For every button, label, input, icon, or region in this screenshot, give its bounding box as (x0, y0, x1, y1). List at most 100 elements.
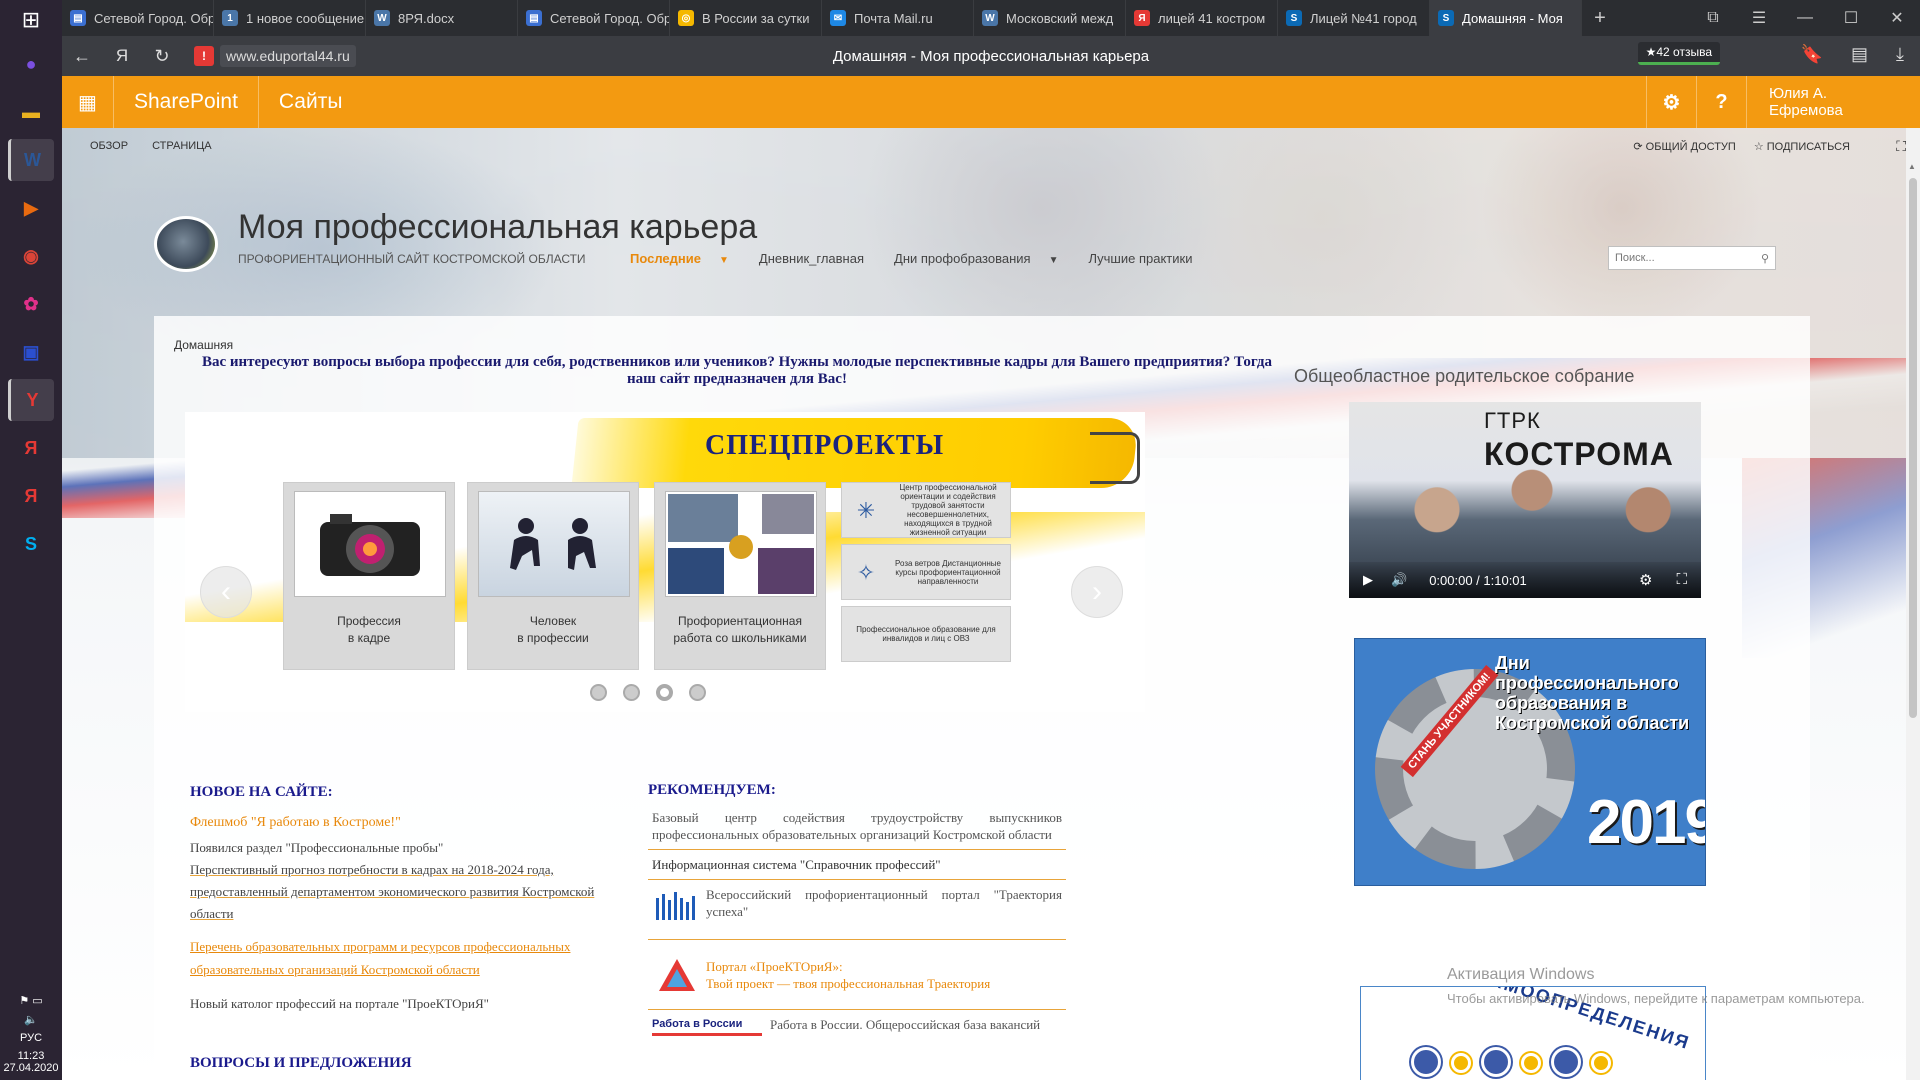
tabs-overview-icon[interactable]: ⧉ (1690, 9, 1736, 27)
word-icon[interactable]: W (8, 139, 54, 181)
browser-tab[interactable]: S Домашняя - Моя (1430, 0, 1582, 36)
browser-tab[interactable]: ◎ В России за сутки (670, 0, 822, 36)
settings-gear-icon[interactable]: ⚙ (1646, 76, 1696, 128)
reviews-badge[interactable]: ★42 отзыва (1637, 42, 1720, 65)
protect-icon[interactable]: ▤ (1851, 44, 1868, 65)
play-icon[interactable]: ▶ (1363, 572, 1373, 588)
yandex-icon-2[interactable]: Я (8, 475, 54, 517)
download-icon[interactable]: ⤓ (1896, 44, 1904, 65)
file-explorer-icon[interactable]: ▬ (8, 91, 54, 133)
ribbon-tab-browse[interactable]: ОБЗОР (90, 140, 128, 152)
media-player-icon[interactable]: ▶ (8, 187, 54, 229)
share-icon: ⟳ (1633, 140, 1646, 153)
focus-content-icon[interactable]: ⛶ (1896, 138, 1906, 155)
ribbon-tab-page[interactable]: СТРАНИЦА (152, 140, 212, 152)
rec-reference-link[interactable]: Информационная система "Справочник профе… (648, 850, 1066, 880)
nav-item-best-practices[interactable]: Лучшие практики (1088, 251, 1192, 266)
yandex-browser-icon[interactable]: Y (8, 379, 54, 421)
reload-icon[interactable]: ↻ (142, 46, 182, 67)
browser-tab[interactable]: S Лицей №41 город (1278, 0, 1430, 36)
scrollbar[interactable]: ▲ (1906, 128, 1920, 1080)
close-icon[interactable]: ✕ (1874, 8, 1920, 28)
card-school-career-work[interactable]: Профориентационная работа со школьниками (654, 482, 826, 670)
volume-icon[interactable]: 🔊 (1391, 572, 1407, 588)
mini-card-compass[interactable]: ✧ Роза ветров Дистанционные курсы профори… (841, 544, 1011, 600)
slider-dot[interactable] (656, 684, 673, 701)
volume-icon[interactable]: 🔈 (0, 1013, 62, 1026)
slider-dot[interactable] (590, 684, 607, 701)
sites-link[interactable]: Сайты (259, 90, 363, 114)
save-icon[interactable]: ▣ (8, 331, 54, 373)
scroll-up-icon[interactable]: ▲ (1908, 162, 1916, 171)
chevron-down-icon[interactable]: ▼ (1049, 255, 1059, 266)
search-input[interactable]: Поиск... ⚲ (1608, 246, 1776, 270)
fullscreen-icon[interactable]: ⛶ (1676, 571, 1687, 589)
back-icon[interactable]: ← (62, 46, 102, 67)
card-person-in-profession[interactable]: Человек в профессии (467, 482, 639, 670)
minimize-icon[interactable]: — (1782, 9, 1828, 27)
clock-time[interactable]: 11:23 (0, 1050, 62, 1062)
settings-gear-icon[interactable]: ⚙ (1639, 571, 1652, 589)
browser-tab[interactable]: ▤ Сетевой Город. Обр (62, 0, 214, 36)
user-menu[interactable]: Юлия А. Ефремова (1746, 76, 1920, 128)
search-icon[interactable]: ⚲ (1761, 252, 1769, 265)
browser-tab[interactable]: W Московский межд (974, 0, 1126, 36)
tab-favicon-icon: W (982, 10, 998, 26)
share-button[interactable]: ⟳ ОБЩИЙ ДОСТУП (1633, 140, 1735, 153)
sharepoint-suite-bar: ▦ SharePoint Сайты ⚙ ? Юлия А. Ефремова (62, 76, 1920, 128)
clock-date[interactable]: 27.04.2020 (0, 1062, 62, 1074)
new-tab-button[interactable]: + (1582, 0, 1618, 36)
rec-work-in-russia-link[interactable]: Работа в России Работа в России. Общерос… (648, 1010, 1066, 1042)
menu-icon[interactable]: ☰ (1736, 8, 1782, 28)
rec-base-center-link[interactable]: Базовый центр содействия трудоустройству… (648, 803, 1066, 850)
yandex-logo-icon[interactable]: Я (102, 46, 142, 66)
app-launcher-icon[interactable]: ▦ (62, 76, 114, 128)
rec-proektoria-link[interactable]: Портал «ПроеКТОриЯ»: Твой проект — твоя п… (648, 940, 1066, 1010)
browser-tab[interactable]: Ялицей 41 костром (1126, 0, 1278, 36)
browser-tab[interactable]: ▤ Сетевой Город. Обр (518, 0, 670, 36)
slider-dot[interactable] (689, 684, 706, 701)
url-field[interactable]: www.eduportal44.ru (220, 45, 356, 67)
mini-card-disabled[interactable]: Профессиональное образование для инвалид… (841, 606, 1011, 662)
language-indicator[interactable]: РУС (0, 1032, 62, 1044)
slider-prev-arrow[interactable]: ‹ (200, 566, 252, 618)
slider-next-arrow[interactable]: › (1071, 566, 1123, 618)
maximize-icon[interactable]: ☐ (1828, 8, 1874, 28)
questions-heading[interactable]: ВОПРОСЫ И ПРЕДЛОЖЕНИЯ (190, 1055, 630, 1072)
site-title[interactable]: Моя профессиональная карьера (238, 208, 757, 247)
prof-days-banner[interactable]: СТАНЬ УЧАСТНИКОМ! Дни профессионального … (1354, 638, 1706, 886)
skype-icon[interactable]: S (8, 523, 54, 565)
video-player[interactable]: ГТРК КОСТРОМА ▶ 🔊 0:00:00 / 1:10:01 ⚙ ⛶ (1349, 402, 1701, 598)
chevron-down-icon[interactable]: ▼ (719, 255, 729, 266)
nav-item-prof-days[interactable]: Дни профобразования ▼ (894, 251, 1058, 266)
help-icon[interactable]: ? (1696, 76, 1746, 128)
paint-icon[interactable]: ✿ (8, 283, 54, 325)
breadcrumb[interactable]: Домашняя (174, 338, 233, 352)
mini-card-center[interactable]: ✳ Центр профессиональной ориентации и сод… (841, 482, 1011, 538)
news-programs-link[interactable]: Перечень образовательных программ и ресу… (190, 935, 630, 981)
bookmark-icon[interactable]: 🔖 (1801, 44, 1823, 65)
chrome-icon[interactable]: ◉ (8, 235, 54, 277)
tray-flag-icon[interactable]: ⚑ ▭ (0, 994, 62, 1007)
sharepoint-brand[interactable]: SharePoint (114, 76, 259, 128)
news-forecast-link[interactable]: Перспективный прогноз потребности в кадр… (190, 859, 630, 925)
windows-start-icon[interactable]: ⊞ (0, 0, 62, 40)
slider-dot[interactable] (623, 684, 640, 701)
card-profession-in-frame[interactable]: Профессия в кадре (283, 482, 455, 670)
work-in-russia-logo: Работа в России (652, 1016, 762, 1036)
browser-tab[interactable]: W 8РЯ.docx (366, 0, 518, 36)
follow-button[interactable]: ☆ ПОДПИСАТЬСЯ (1754, 140, 1850, 153)
address-bar: ← Я ↻ ! www.eduportal44.ru Домашняя - Мо… (62, 36, 1920, 76)
alice-icon[interactable]: ● (8, 43, 54, 85)
news-catalog-link[interactable]: Новый католог профессий на портале "Прое… (190, 993, 630, 1015)
site-logo[interactable] (154, 216, 218, 272)
news-flashmob-link[interactable]: Флешмоб "Я работаю в Костроме!" (190, 815, 630, 831)
browser-tab[interactable]: ✉ Почта Mail.ru (822, 0, 974, 36)
nav-item-recent[interactable]: Последние ▼ (630, 251, 729, 266)
rec-trajectory-link[interactable]: Всероссийский профориентационный портал … (648, 880, 1066, 940)
yandex-icon[interactable]: Я (8, 427, 54, 469)
nav-item-diary[interactable]: Дневник_главная (759, 251, 864, 266)
warning-icon[interactable]: ! (194, 46, 214, 66)
browser-tab[interactable]: 1 1 новое сообщение (214, 0, 366, 36)
scrollbar-thumb[interactable] (1909, 178, 1917, 718)
